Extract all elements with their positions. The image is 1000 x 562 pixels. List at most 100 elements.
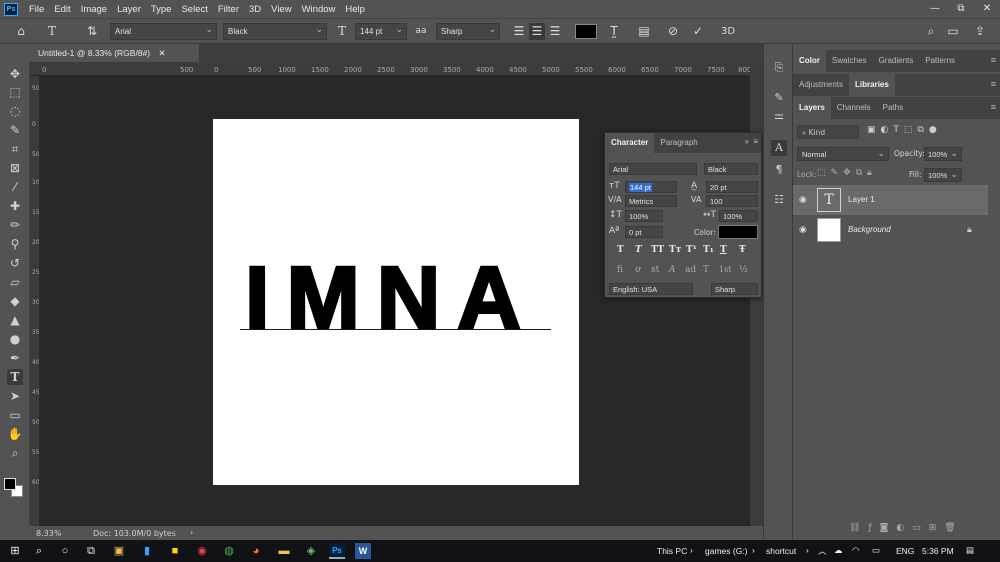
align-left-icon[interactable]: ☰	[511, 23, 527, 40]
menu-layer[interactable]: Layer	[112, 4, 146, 15]
search-icon[interactable]: ⌕	[31, 543, 47, 559]
tab-channels[interactable]: Channels	[831, 97, 877, 119]
menu-view[interactable]: View	[266, 4, 296, 15]
zoom-tool-icon[interactable]: ⌕	[7, 445, 23, 461]
blur-tool-icon[interactable]: ▲	[7, 312, 23, 328]
cp-horizontal-scale-input[interactable]: 100%	[719, 210, 758, 222]
document-tab[interactable]: Untitled-1 @ 8.33% (RGB/8#) ✕	[30, 44, 200, 62]
text-color-swatch[interactable]	[575, 24, 597, 39]
panel-menu-icon[interactable]: ≡	[991, 79, 996, 89]
titling-alternates-button[interactable]: T	[703, 265, 709, 275]
frame-tool-icon[interactable]: ⊠	[7, 160, 23, 176]
history-icon[interactable]: ⎘	[771, 60, 787, 76]
search-icon[interactable]: ⌕	[923, 23, 939, 40]
wifi-icon[interactable]: ◠	[852, 545, 859, 556]
media-icon[interactable]: ◉	[194, 543, 210, 559]
subscript-button[interactable]: T₁	[703, 245, 714, 255]
close-button[interactable]: ✕	[974, 0, 1000, 18]
adjust-sliders-icon[interactable]: ⚌	[771, 108, 787, 124]
underline-button[interactable]: T	[720, 245, 727, 255]
crop-tool-icon[interactable]: ⌗	[7, 141, 23, 157]
image-filter-icon[interactable]: ▣	[867, 125, 881, 135]
warp-text-icon[interactable]: T̰	[606, 23, 622, 40]
blend-mode-select[interactable]: Normal	[797, 147, 889, 161]
cp-antialias-select[interactable]: Sharp	[711, 283, 758, 295]
layer-filter-kind[interactable]: ⌕ Kind	[797, 125, 859, 139]
menu-help[interactable]: Help	[340, 4, 370, 15]
tab-character[interactable]: Character	[605, 133, 655, 153]
layer-row-background[interactable]: ◉ Background 🔒︎	[793, 215, 988, 245]
notifications-icon[interactable]: ▤	[966, 545, 974, 556]
file-explorer-icon[interactable]: ▬	[276, 543, 292, 559]
faux-italic-button[interactable]: T	[635, 245, 642, 255]
this-pc-link[interactable]: This PC	[657, 546, 687, 556]
tab-paragraph[interactable]: Paragraph	[654, 133, 703, 153]
ligatures-button[interactable]: ﬁ	[617, 265, 623, 275]
discretionary-ligatures-button[interactable]: st	[651, 265, 659, 275]
photoshop-taskbar-icon[interactable]: Ps	[329, 543, 345, 559]
tab-adjustments[interactable]: Adjustments	[793, 74, 849, 96]
move-tool-icon[interactable]: ✥	[7, 66, 23, 82]
healing-brush-tool-icon[interactable]: ✚	[7, 198, 23, 214]
adjustment-filter-icon[interactable]: ◐	[881, 125, 894, 135]
layer-name[interactable]: Layer 1	[848, 195, 875, 204]
games-drive-link[interactable]: games (G:)	[705, 546, 748, 556]
add-mask-icon[interactable]: ◙	[880, 523, 897, 533]
shortcut-link[interactable]: shortcut	[766, 546, 796, 556]
pen-tool-icon[interactable]: ✒	[7, 350, 23, 366]
layer-name[interactable]: Background	[848, 225, 891, 234]
task-view-icon[interactable]: ⧉	[83, 543, 99, 559]
restore-button[interactable]: ⧉	[948, 0, 974, 18]
menu-filter[interactable]: Filter	[213, 4, 244, 15]
tab-swatches[interactable]: Swatches	[826, 50, 873, 72]
paint-bucket-tool-icon[interactable]: ◆	[7, 293, 23, 309]
antialias-select[interactable]: Sharp	[436, 23, 500, 40]
all-caps-button[interactable]: TT	[651, 245, 664, 255]
tab-libraries[interactable]: Libraries	[849, 74, 895, 96]
small-caps-button[interactable]: Tт	[669, 245, 681, 255]
lock-paint-icon[interactable]: ✎	[831, 168, 844, 178]
fx-icon[interactable]: ƒ	[868, 523, 879, 533]
foreground-color-swatch[interactable]	[4, 478, 16, 490]
adjustment-layer-icon[interactable]: ◐	[896, 523, 912, 533]
text-layer-on-canvas[interactable]: IMNA	[240, 252, 551, 343]
lock-pixels-icon[interactable]: ⬚	[817, 168, 831, 178]
language-indicator[interactable]: ENG	[896, 546, 914, 556]
cp-tracking-select[interactable]: 100	[706, 195, 758, 207]
hand-tool-icon[interactable]: ✋	[7, 426, 23, 442]
dodge-tool-icon[interactable]: ●	[7, 331, 23, 347]
network-icon[interactable]: ☁	[834, 545, 843, 556]
3d-button[interactable]: 3D	[718, 23, 738, 40]
cp-font-style-select[interactable]: Black	[704, 163, 758, 175]
old-style-button[interactable]: ơ	[635, 265, 640, 275]
font-family-select[interactable]: Arial	[110, 23, 217, 40]
tab-color[interactable]: Color	[793, 50, 826, 72]
cp-kerning-select[interactable]: Metrics	[625, 195, 677, 207]
cancel-icon[interactable]: ⊘	[665, 23, 681, 40]
delete-layer-icon[interactable]: 🗑︎	[944, 523, 963, 533]
firefox-icon[interactable]: ◕	[248, 543, 264, 559]
new-layer-icon[interactable]: ⊞	[929, 523, 945, 533]
visibility-eye-icon[interactable]: ◉	[799, 194, 807, 205]
brush-tool-icon[interactable]: ✏	[7, 217, 23, 233]
menu-file[interactable]: File	[24, 4, 49, 15]
ordinals-button[interactable]: 1st	[719, 265, 731, 274]
type-tool-preset-icon[interactable]: T	[44, 23, 60, 40]
font-style-select[interactable]: Black	[223, 23, 327, 40]
fractions-button[interactable]: ½	[739, 265, 748, 275]
menu-edit[interactable]: Edit	[49, 4, 75, 15]
panel-menu-icon[interactable]: ≡	[991, 102, 996, 112]
lock-artboard-icon[interactable]: ⧉	[856, 168, 867, 178]
workspace-icon[interactable]: ▭	[945, 23, 961, 40]
share-icon[interactable]: ⇪	[972, 23, 988, 40]
layer-row-layer-1[interactable]: ◉ T Layer 1	[793, 185, 988, 215]
link-layers-icon[interactable]: ⛓	[849, 523, 868, 533]
clone-stamp-tool-icon[interactable]: ⚲	[7, 236, 23, 252]
zoom-level[interactable]: 8.33%	[36, 529, 61, 538]
brush-settings-icon[interactable]: ✎	[771, 90, 787, 106]
fill-input[interactable]: 100%	[924, 168, 962, 182]
cp-baseline-shift-input[interactable]: 0 pt	[625, 226, 663, 238]
new-group-icon[interactable]: ▭	[912, 523, 929, 533]
sticky-notes-icon[interactable]: ■	[167, 543, 183, 559]
eraser-tool-icon[interactable]: ▱	[7, 274, 23, 290]
